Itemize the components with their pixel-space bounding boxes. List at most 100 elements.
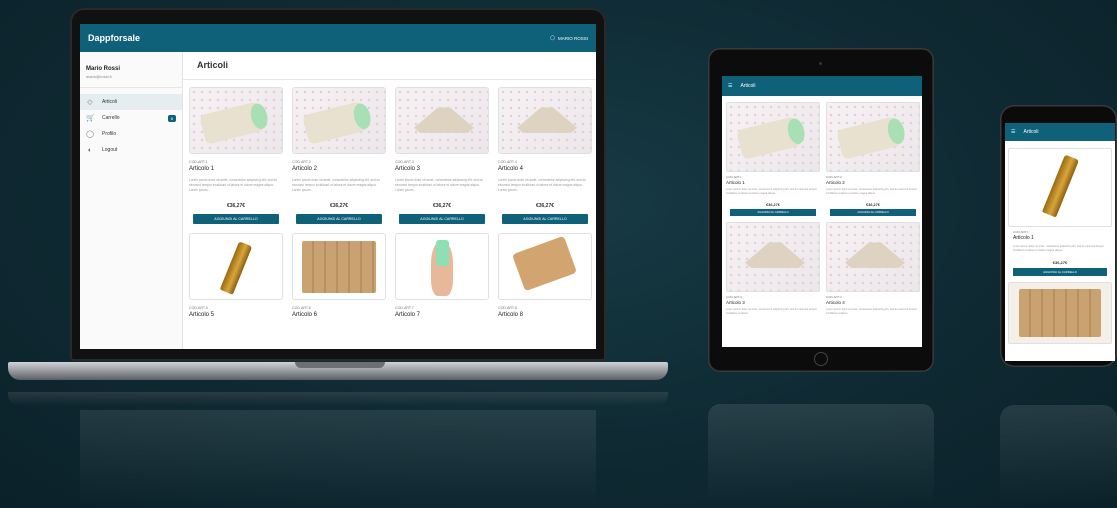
product-title[interactable]: Articolo 6 — [292, 312, 386, 318]
cart-icon: 🛒 — [86, 115, 95, 122]
product-image[interactable] — [826, 222, 920, 292]
product-description: Lorem ipsum dolor sit amet, consectetur … — [726, 188, 817, 195]
sidebar-item-label: Articoli — [102, 99, 118, 105]
tablet-page-title: Articoli — [740, 83, 756, 89]
product-image[interactable] — [826, 102, 920, 172]
product-image[interactable] — [498, 233, 592, 300]
menu-icon[interactable]: ☰ — [1011, 129, 1015, 135]
product-title[interactable]: Articolo 3 — [726, 300, 820, 305]
page-title: Articoli — [183, 52, 596, 80]
product-image[interactable] — [726, 102, 820, 172]
add-to-cart-button[interactable]: AGGIUNGI AL CARRELLO — [502, 214, 588, 224]
product-title[interactable]: Articolo 3 — [395, 166, 489, 172]
product-image[interactable] — [498, 87, 592, 154]
app-title: Dappforsale — [88, 33, 141, 43]
product-description: Lorem ipsum dolor sit amet, consectetur … — [826, 188, 917, 195]
sidebar: Mario Rossi mario@rossi.it ◇ Articoli 🛒 … — [80, 52, 183, 349]
product-description: Lorem ipsum dolor sit amet, consectetur … — [726, 308, 817, 315]
sidebar-item-profilo[interactable]: ◯ Profilo — [80, 126, 182, 142]
app-header: Dappforsale ◯ MARIO ROSSI — [80, 24, 596, 52]
product-image[interactable] — [189, 233, 283, 300]
tablet-header: ☰ Articoli — [722, 76, 922, 96]
phone-screen: ☰ Articoli COD.ART.1 Articolo 1 Lorem ip… — [1005, 123, 1115, 361]
product-price: €36,27€ — [432, 203, 452, 209]
product-code: COD.ART.3 — [395, 160, 414, 164]
product-title[interactable]: Articolo 5 — [189, 312, 283, 318]
sidebar-item-label: Carrello — [102, 115, 120, 121]
product-card: COD.ART.2 Articolo 2 Lorem ipsum dolor s… — [292, 87, 386, 224]
product-card: COD.ART.3 Articolo 3 Lorem ipsum dolor s… — [726, 222, 820, 320]
product-card: COD.ART.2 Articolo 2 Lorem ipsum dolor s… — [826, 102, 920, 216]
product-image[interactable] — [292, 87, 386, 154]
product-image[interactable] — [189, 87, 283, 154]
phone-page-title: Articoli — [1023, 129, 1039, 135]
product-grid: COD.ART.1 Articolo 1 Lorem ipsum dolor s… — [183, 80, 596, 318]
add-to-cart-button[interactable]: AGGIUNGI AL CARRELLO — [399, 214, 485, 224]
add-to-cart-button[interactable]: AGGIUNGI AL CARRELLO — [730, 209, 816, 216]
laptop-reflection — [8, 392, 668, 406]
product-title[interactable]: Articolo 4 — [826, 300, 920, 305]
product-card: COD.ART.4 Articolo 4 Lorem ipsum dolor s… — [826, 222, 920, 320]
add-to-cart-button[interactable]: AGGIUNGI AL CARRELLO — [830, 209, 916, 216]
phone-header: ☰ Articoli — [1005, 123, 1115, 141]
product-image[interactable] — [292, 233, 386, 300]
user-menu-button[interactable]: ◯ MARIO ROSSI — [550, 35, 588, 41]
product-code: COD.ART.7 — [395, 306, 414, 310]
sidebar-user: Mario Rossi mario@rossi.it — [80, 52, 182, 88]
product-price: €36,27€ — [1052, 260, 1068, 265]
product-title[interactable]: Articolo 7 — [395, 312, 489, 318]
product-description: Lorem ipsum dolor sit amet, consectetur … — [498, 178, 587, 192]
product-price: €36,27€ — [766, 203, 780, 207]
menu-icon[interactable]: ☰ — [728, 83, 732, 89]
product-code: COD.ART.6 — [292, 306, 311, 310]
product-title[interactable]: Articolo 1 — [189, 166, 283, 172]
sidebar-item-articoli[interactable]: ◇ Articoli — [80, 94, 182, 110]
product-card: COD.ART.3 Articolo 3 Lorem ipsum dolor s… — [395, 87, 489, 224]
product-title[interactable]: Articolo 2 — [826, 180, 920, 185]
product-description: Lorem ipsum dolor sit amet, consectetur … — [189, 178, 278, 192]
product-title[interactable]: Articolo 2 — [292, 166, 386, 172]
product-code: COD.ART.8 — [498, 306, 517, 310]
add-to-cart-button[interactable]: AGGIUNGI AL CARRELLO — [1013, 268, 1107, 276]
phone-reflection — [1000, 405, 1117, 505]
product-code: COD.ART.5 — [189, 306, 208, 310]
logout-icon: ◐ — [87, 146, 93, 154]
product-code: COD.ART.3 — [726, 295, 742, 299]
product-title[interactable]: Articolo 4 — [498, 166, 592, 172]
product-price: €36,27€ — [535, 203, 555, 209]
product-price: €36,27€ — [226, 203, 246, 209]
sidebar-item-logout[interactable]: ◐ Logout — [80, 142, 182, 158]
product-description: Lorem ipsum dolor sit amet, consectetur … — [1013, 245, 1104, 252]
product-code: COD.ART.1 — [1013, 230, 1029, 234]
product-card: COD.ART.1 Articolo 1 Lorem ipsum dolor s… — [189, 87, 283, 224]
product-title[interactable]: Articolo 1 — [1013, 235, 1115, 241]
product-card: COD.ART.7 Articolo 7 — [395, 233, 489, 318]
tablet-product-grid: COD.ART.1 Articolo 1 Lorem ipsum dolor s… — [722, 96, 922, 326]
product-code: COD.ART.2 — [826, 175, 842, 179]
product-image[interactable] — [726, 222, 820, 292]
product-code: COD.ART.1 — [726, 175, 742, 179]
add-to-cart-button[interactable]: AGGIUNGI AL CARRELLO — [296, 214, 382, 224]
product-title[interactable]: Articolo 8 — [498, 312, 592, 318]
sidebar-user-email: mario@rossi.it — [86, 74, 112, 79]
product-image[interactable] — [395, 233, 489, 300]
product-description: Lorem ipsum dolor sit amet, consectetur … — [395, 178, 484, 192]
sidebar-item-carrello[interactable]: 🛒 Carrello 6 — [80, 110, 182, 126]
tablet-home-button — [814, 352, 828, 366]
product-image[interactable] — [1008, 148, 1112, 227]
product-image[interactable] — [395, 87, 489, 154]
product-image[interactable] — [1008, 282, 1112, 344]
product-title[interactable]: Articolo 1 — [726, 180, 820, 185]
tablet-screen: ☰ Articoli COD.ART.1 Articolo 1 Lorem ip… — [722, 76, 922, 347]
tablet-camera — [819, 62, 822, 65]
tablet-reflection — [708, 404, 934, 504]
cart-count-badge: 6 — [167, 114, 176, 122]
sidebar-item-label: Profilo — [102, 131, 117, 137]
product-card: COD.ART.1 Articolo 1 Lorem ipsum dolor s… — [726, 102, 820, 216]
sidebar-user-name: Mario Rossi — [86, 66, 121, 72]
add-to-cart-button[interactable]: AGGIUNGI AL CARRELLO — [193, 214, 279, 224]
product-price: €36,27€ — [329, 203, 349, 209]
person-icon: ◯ — [549, 35, 555, 40]
laptop-screen-reflection — [80, 410, 596, 505]
product-card: COD.ART.8 Articolo 8 — [498, 233, 592, 318]
